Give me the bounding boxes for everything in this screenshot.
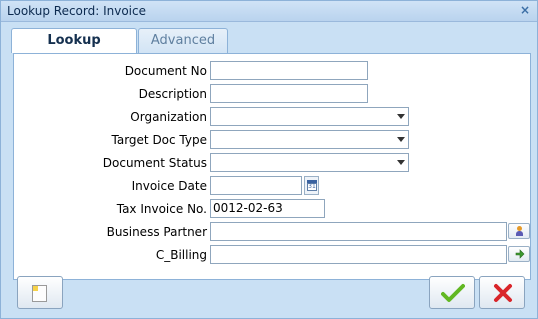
description-input[interactable]	[210, 84, 368, 103]
calendar-button[interactable]: 31	[304, 176, 319, 195]
target-doc-type-select[interactable]	[210, 130, 409, 149]
green-arrow-icon	[515, 249, 525, 259]
chevron-down-icon[interactable]	[397, 160, 405, 165]
c-billing-label: C_Billing	[155, 248, 207, 262]
c-billing-input[interactable]	[210, 245, 507, 264]
tab-advanced[interactable]: Advanced	[138, 28, 228, 53]
document-status-select[interactable]	[210, 153, 409, 172]
new-record-button[interactable]	[17, 276, 63, 309]
ok-button[interactable]	[429, 276, 475, 309]
calendar-icon: 31	[307, 183, 317, 191]
business-partner-label: Business Partner	[106, 225, 207, 239]
dialog-panel: Lookup Record Advanced Document No Descr…	[5, 25, 534, 316]
tax-invoice-no-label: Tax Invoice No.	[116, 202, 207, 216]
invoice-date-label: Invoice Date	[131, 179, 207, 193]
row-document-status: Document Status	[14, 153, 532, 173]
person-icon	[516, 226, 523, 236]
description-label: Description	[138, 87, 207, 101]
row-description: Description	[14, 84, 532, 104]
row-organization: Organization	[14, 107, 532, 127]
row-document-no: Document No	[14, 61, 532, 81]
check-icon	[441, 284, 465, 302]
document-no-input[interactable]	[210, 61, 368, 80]
business-partner-lookup-button[interactable]	[508, 223, 530, 239]
tax-invoice-no-input[interactable]: 0012-02-63	[210, 199, 325, 218]
lookup-dialog: Lookup Record: Invoice × Lookup Record A…	[0, 0, 538, 319]
document-no-label: Document No	[124, 64, 207, 78]
document-icon	[32, 285, 47, 302]
row-c-billing: C_Billing	[14, 245, 532, 265]
row-business-partner: Business Partner	[14, 222, 532, 242]
chevron-down-icon[interactable]	[397, 114, 405, 119]
title-bar: Lookup Record: Invoice ×	[1, 1, 537, 22]
tab-lookup-record[interactable]: Lookup Record	[11, 28, 137, 71]
cancel-button[interactable]	[479, 276, 525, 309]
lookup-form: Document No Description Organization Tar…	[13, 53, 531, 280]
person-icon-body	[516, 231, 523, 236]
invoice-date-input[interactable]	[210, 176, 302, 195]
row-target-doc-type: Target Doc Type	[14, 130, 532, 150]
window-title: Lookup Record: Invoice	[7, 4, 146, 18]
tab-strip: Lookup Record Advanced	[11, 28, 529, 71]
business-partner-input[interactable]	[210, 222, 507, 241]
organization-label: Organization	[130, 110, 207, 124]
row-invoice-date: Invoice Date 31	[14, 176, 532, 196]
document-status-label: Document Status	[102, 156, 207, 170]
c-billing-lookup-button[interactable]	[508, 246, 530, 262]
close-icon[interactable]: ×	[519, 4, 531, 16]
chevron-down-icon[interactable]	[397, 137, 405, 142]
target-doc-type-label: Target Doc Type	[111, 133, 208, 147]
document-icon-fold	[33, 286, 38, 291]
organization-select[interactable]	[210, 107, 409, 126]
x-icon	[494, 284, 512, 302]
row-tax-invoice-no: Tax Invoice No. 0012-02-63	[14, 199, 532, 219]
